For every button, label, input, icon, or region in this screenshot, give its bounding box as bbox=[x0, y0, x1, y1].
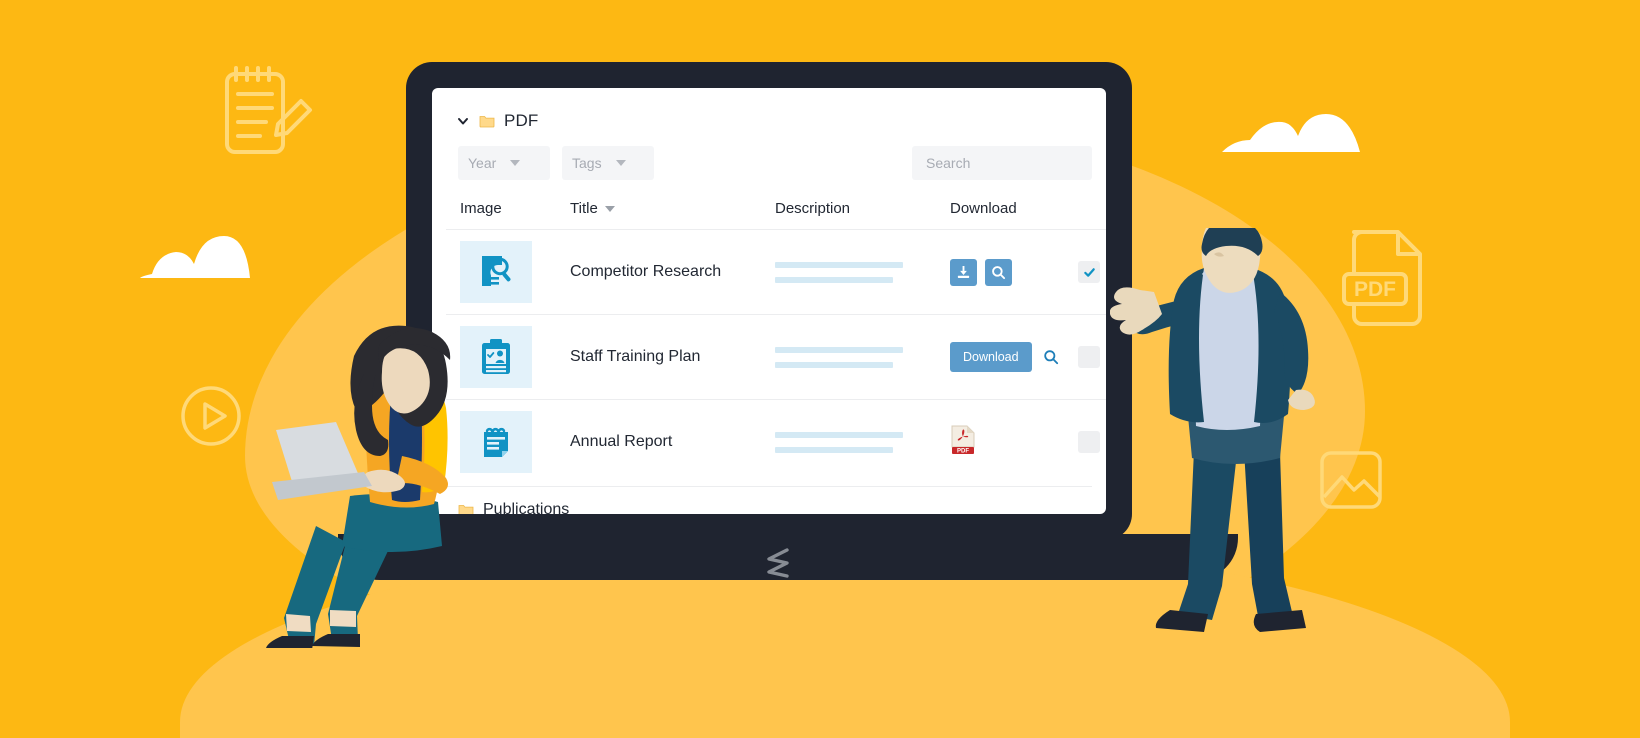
search-field-wrapper[interactable] bbox=[912, 146, 1092, 180]
table-row[interactable]: Staff Training Plan Download bbox=[446, 314, 1106, 400]
laptop-device: PDF Year Tags Search Image Title Descrip… bbox=[406, 62, 1132, 540]
folder-name: PDF bbox=[504, 111, 539, 130]
document-table: Image Title Description Download Competi… bbox=[446, 200, 1106, 484]
row-title-cell: Staff Training Plan bbox=[570, 314, 775, 400]
notepad-icon bbox=[460, 411, 532, 473]
row-title-cell: Annual Report bbox=[570, 399, 775, 484]
clipboard-person-icon bbox=[460, 326, 532, 388]
cloud-icon bbox=[140, 230, 250, 285]
illustration-canvas: PDF PDF Year Tags Search Image Title Des… bbox=[0, 0, 1640, 738]
pdf-file-icon: PDF bbox=[1342, 222, 1430, 326]
tags-filter-label: Tags bbox=[572, 155, 602, 171]
folder-header-publications[interactable]: Publications bbox=[446, 486, 1092, 514]
column-label-download: Download bbox=[950, 200, 1017, 217]
row-checkbox[interactable] bbox=[1078, 431, 1100, 453]
column-header-image: Image bbox=[446, 200, 570, 230]
table-row[interactable]: Annual Report PDF bbox=[446, 399, 1106, 484]
row-thumbnail-cell bbox=[446, 229, 570, 315]
row-thumbnail-cell bbox=[446, 399, 570, 484]
row-select-cell bbox=[1070, 399, 1106, 484]
row-download-cell: PDF bbox=[950, 399, 1070, 484]
description-placeholder bbox=[775, 261, 950, 283]
document-title: Competitor Research bbox=[570, 263, 722, 280]
play-circle-icon bbox=[180, 385, 242, 447]
table-row[interactable]: Competitor Research bbox=[446, 229, 1106, 315]
table-header-row: Image Title Description Download bbox=[446, 200, 1106, 230]
row-description-cell bbox=[775, 314, 950, 400]
document-library-app: PDF Year Tags Search Image Title Descrip… bbox=[432, 88, 1106, 514]
chevron-down-icon bbox=[510, 160, 521, 166]
pdf-file-icon[interactable]: PDF bbox=[950, 425, 976, 459]
row-checkbox[interactable] bbox=[1078, 261, 1100, 283]
description-line bbox=[775, 276, 893, 283]
row-thumbnail-cell bbox=[446, 314, 570, 400]
row-select-cell bbox=[1070, 314, 1106, 400]
preview-button[interactable] bbox=[985, 258, 1012, 286]
column-header-description: Description bbox=[775, 200, 950, 230]
sort-descending-icon[interactable] bbox=[604, 205, 615, 212]
description-placeholder bbox=[775, 346, 950, 368]
search-input[interactable] bbox=[924, 154, 1080, 172]
download-button[interactable] bbox=[950, 258, 977, 286]
table-header: Image Title Description Download bbox=[446, 200, 1106, 230]
column-label-title: Title bbox=[570, 200, 598, 217]
chevron-down-icon bbox=[615, 160, 626, 166]
notepad-pencil-icon bbox=[218, 60, 316, 160]
person-presenting-illustration bbox=[1109, 220, 1330, 645]
row-download-cell bbox=[950, 229, 1070, 315]
column-header-title[interactable]: Title bbox=[570, 200, 775, 230]
description-placeholder bbox=[775, 431, 950, 453]
document-title: Annual Report bbox=[570, 433, 673, 450]
document-title: Staff Training Plan bbox=[570, 348, 701, 365]
row-select-cell bbox=[1070, 229, 1106, 315]
column-header-download: Download bbox=[950, 200, 1070, 230]
year-filter-dropdown[interactable]: Year bbox=[458, 146, 550, 180]
brand-logo-icon bbox=[756, 545, 800, 581]
filter-toolbar: Year Tags bbox=[458, 146, 1092, 180]
folder-icon bbox=[458, 502, 474, 514]
description-line bbox=[775, 261, 903, 268]
cloud-icon bbox=[1222, 110, 1362, 159]
column-label-description: Description bbox=[775, 200, 851, 217]
row-description-cell bbox=[775, 229, 950, 315]
chevron-down-icon[interactable] bbox=[456, 114, 470, 128]
folder-header-pdf[interactable]: PDF bbox=[446, 106, 1092, 136]
column-label-image: Image bbox=[460, 200, 502, 217]
row-title-cell: Competitor Research bbox=[570, 229, 775, 315]
document-magnifier-icon bbox=[460, 241, 532, 303]
description-line bbox=[775, 361, 893, 368]
folder-icon bbox=[479, 113, 495, 129]
image-icon bbox=[1318, 447, 1384, 513]
preview-icon[interactable] bbox=[1040, 346, 1062, 368]
svg-text:PDF: PDF bbox=[1354, 278, 1396, 301]
folder-name: Publications bbox=[483, 501, 570, 514]
laptop-screen: PDF Year Tags Search Image Title Descrip… bbox=[432, 88, 1106, 514]
tags-filter-dropdown[interactable]: Tags bbox=[562, 146, 654, 180]
row-checkbox[interactable] bbox=[1078, 346, 1100, 368]
row-download-cell: Download bbox=[950, 314, 1070, 400]
year-filter-label: Year bbox=[468, 155, 497, 171]
download-button[interactable]: Download bbox=[950, 342, 1032, 372]
table-body: Competitor Research Staff Training Plan … bbox=[446, 229, 1106, 484]
description-line bbox=[775, 431, 903, 438]
column-header-select bbox=[1070, 200, 1106, 230]
row-description-cell bbox=[775, 399, 950, 484]
description-line bbox=[775, 446, 893, 453]
svg-text:PDF: PDF bbox=[957, 448, 969, 454]
description-line bbox=[775, 346, 903, 353]
